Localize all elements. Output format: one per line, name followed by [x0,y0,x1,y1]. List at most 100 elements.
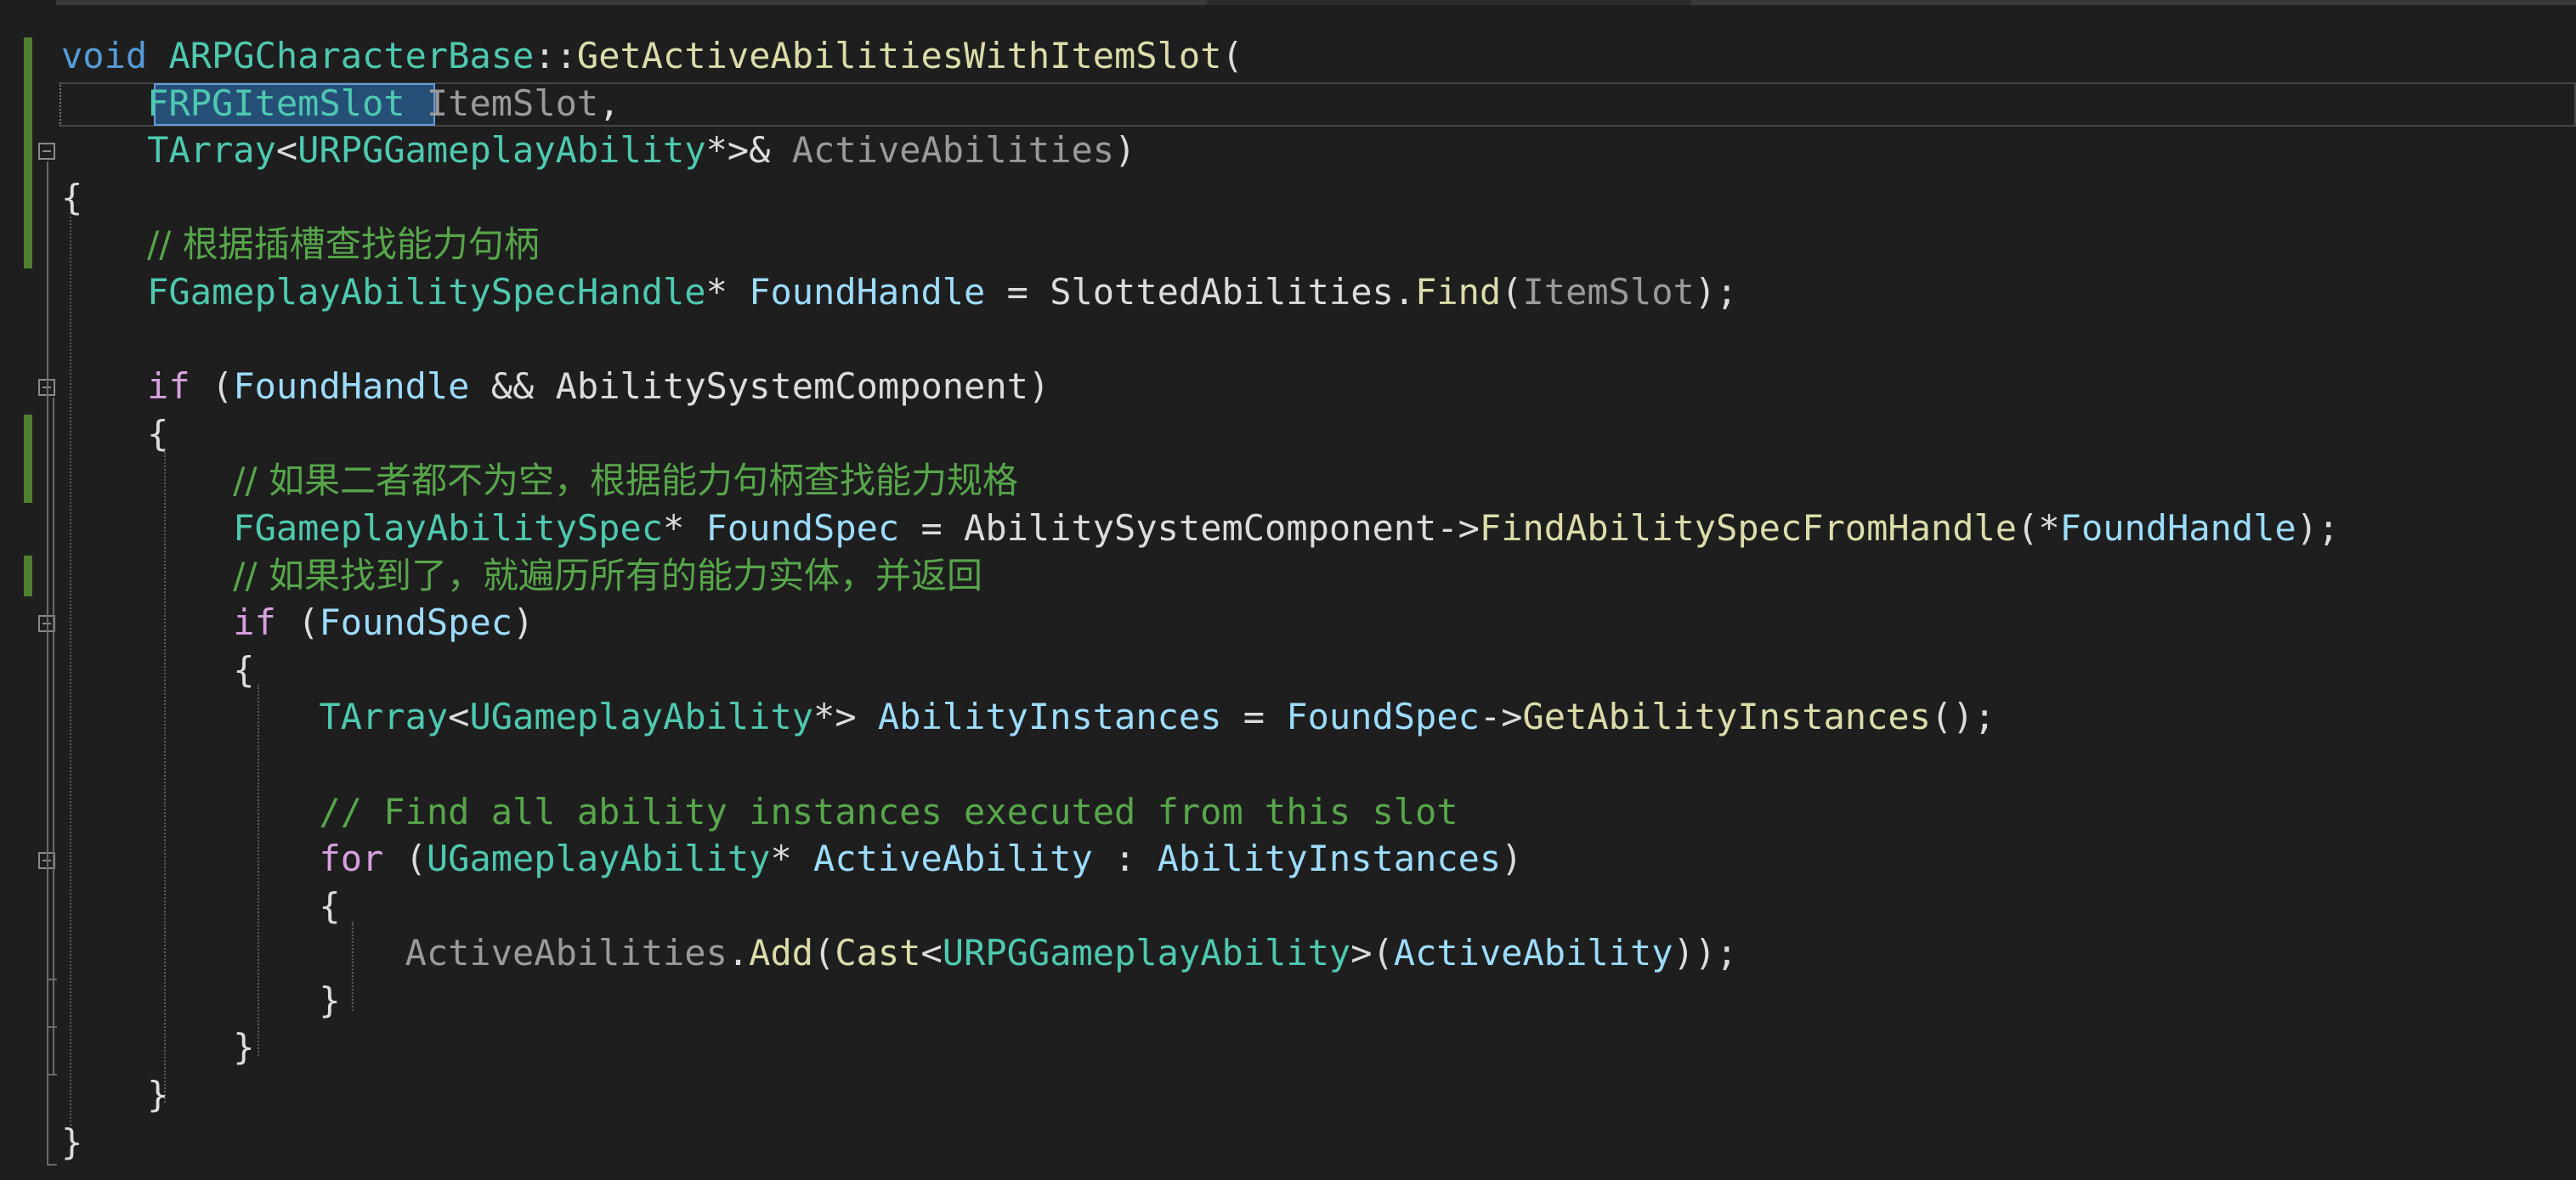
code-token: { [61,176,83,218]
code-token: ActiveAbility [1393,932,1673,974]
outline-line [47,161,48,1164]
code-token: FoundHandle [233,365,470,408]
code-line[interactable]: // 根据插槽查找能力句柄 [61,221,2339,268]
code-token: FoundHandle [749,270,986,313]
code-token: ) [1114,129,1136,172]
collapse-toggle-icon[interactable] [38,143,55,160]
code-token: -> [1436,506,1480,549]
code-token: ActiveAbility [813,838,1093,880]
code-line[interactable]: TArray<UGameplayAbility*> AbilityInstanc… [61,693,2339,741]
code-token: ) [512,601,535,644]
code-token: ) [1028,365,1050,408]
code-token: Cast [835,932,921,974]
code-line[interactable]: // 如果找到了，就遍历所有的能力实体，并返回 [61,552,2339,600]
code-line[interactable]: { [61,646,2339,694]
code-token: >( [1350,932,1394,974]
code-line[interactable]: for (UGameplayAbility* ActiveAbility : A… [61,835,2339,883]
code-token: if [147,365,190,408]
code-token: AbilityInstances [1157,838,1502,880]
change-indicator [24,556,32,596]
code-token: < [920,932,943,974]
code-token: = [899,506,965,549]
code-token: void [61,35,148,76]
code-line[interactable]: TArray<URPGGameplayAbility*>& ActiveAbil… [61,127,2339,174]
code-line[interactable]: FRPGItemSlot ItemSlot, [61,80,2339,127]
outline-end [47,979,57,980]
code-token: *> [813,696,878,738]
code-token: ); [2296,506,2340,549]
code-line[interactable]: } [61,1071,2339,1119]
code-line[interactable]: FGameplayAbilitySpec* FoundSpec = Abilit… [61,505,2339,552]
code-token: . [1393,270,1416,313]
code-line[interactable]: { [61,174,2339,222]
code-token: < [275,129,298,172]
code-token: . [727,932,750,974]
code-token: URPGGameplayAbility [942,932,1351,974]
code-lines[interactable]: void ARPGCharacterBase::GetActiveAbiliti… [61,32,2339,1166]
code-token: , [598,82,620,124]
code-line[interactable]: FGameplayAbilitySpecHandle* FoundHandle … [61,268,2339,316]
code-token: } [61,979,341,1021]
code-token: ( [383,838,427,880]
change-indicator [24,415,32,503]
editor-gutter [0,0,57,1180]
code-line[interactable] [61,316,2339,364]
code-token: } [61,1074,169,1116]
code-line[interactable]: ActiveAbilities.Add(Cast<URPGGameplayAbi… [61,929,2339,977]
code-token: * [705,270,750,313]
code-token: URPGGameplayAbility [297,129,706,172]
code-token: ( [1501,270,1523,313]
code-token: // 如果二者都不为空，根据能力句柄查找能力规格 [233,460,1018,502]
code-token: } [61,1026,255,1069]
code-editor[interactable]: void ARPGCharacterBase::GetActiveAbiliti… [0,0,2576,1180]
code-token: = [1221,696,1287,738]
code-token: TArray [319,696,449,738]
code-token: FGameplayAbilitySpecHandle [147,270,706,313]
code-token: FoundSpec [1286,696,1480,738]
code-token: FGameplayAbilitySpec [233,506,664,549]
code-token: *>& [705,129,792,172]
code-line[interactable]: { [61,410,2339,458]
code-token: // 如果找到了，就遍历所有的能力实体，并返回 [233,554,982,596]
code-token: && [469,365,556,408]
code-token: FindAbilitySpecFromHandle [1479,506,2018,549]
code-line[interactable]: } [61,1119,2339,1166]
code-token: * [663,506,706,549]
code-token: AbilitySystemComponent [555,365,1028,408]
code-line[interactable]: // 如果二者都不为空，根据能力句柄查找能力规格 [61,457,2339,505]
code-token: ); [1694,270,1738,313]
top-scrollbar-strip [0,0,2576,5]
code-token: (); [1930,696,1996,738]
code-token: (* [2017,506,2060,549]
code-token: FoundHandle [2059,506,2296,549]
code-token: if [233,601,276,644]
code-line[interactable]: { [61,883,2339,930]
code-line[interactable]: } [61,1024,2339,1071]
code-token: FoundSpec [705,506,900,549]
code-token: ARPGCharacterBase [168,35,535,76]
code-line[interactable]: void ARPGCharacterBase::GetActiveAbiliti… [61,32,2339,80]
code-line[interactable] [61,741,2339,788]
outline-line [53,871,54,979]
code-token: ( [190,365,234,408]
code-token: FoundSpec [319,601,513,644]
code-line[interactable]: if (FoundSpec) [61,599,2339,646]
code-token: Add [749,932,814,974]
change-indicator [24,37,32,268]
code-line[interactable]: if (FoundHandle && AbilitySystemComponen… [61,363,2339,410]
code-line[interactable]: // Find all ability instances executed f… [61,788,2339,836]
code-token: ( [275,601,320,644]
code-line[interactable]: } [61,977,2339,1025]
code-token: GetActiveAbilitiesWithItemSlot [576,35,1222,76]
code-token: :: [534,35,577,76]
code-token: = [985,270,1050,313]
